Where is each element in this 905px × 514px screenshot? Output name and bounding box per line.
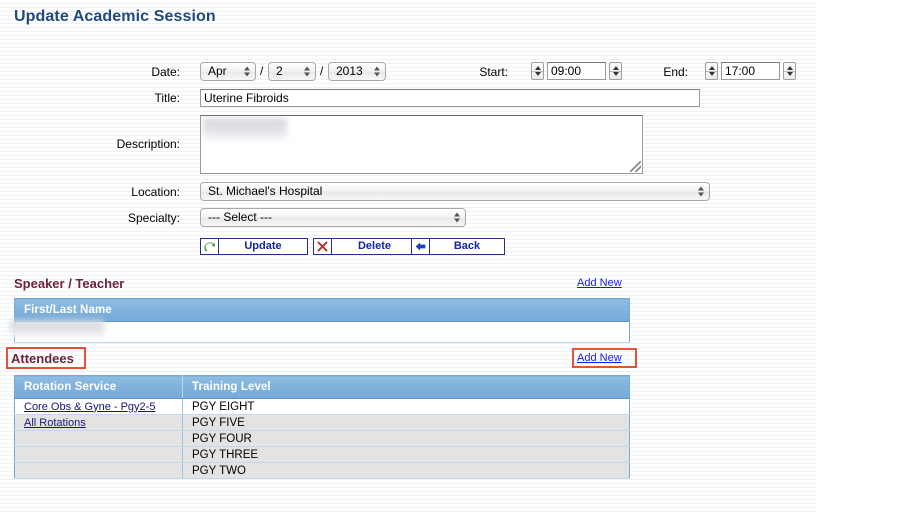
refresh-icon — [201, 239, 219, 254]
rotation-service-link[interactable]: All Rotations — [24, 417, 86, 429]
start-spinner-left[interactable] — [531, 62, 544, 80]
update-academic-session-page: Update Academic Session Date: Apr / 2 / … — [0, 0, 905, 514]
location-label: Location: — [112, 185, 180, 199]
date-separator-1: / — [260, 64, 263, 78]
table-row[interactable]: All Rotations PGY FIVE — [15, 415, 630, 431]
training-level-cell: PGY EIGHT — [183, 399, 630, 415]
chevron-updown-icon — [698, 185, 705, 198]
rotation-service-link[interactable]: Core Obs & Gyne - Pgy2-5 — [24, 401, 155, 413]
chevron-updown-icon — [454, 211, 461, 224]
table-row[interactable]: Core Obs & Gyne - Pgy2-5 PGY EIGHT — [15, 399, 630, 415]
training-level-cell: PGY THREE — [183, 447, 630, 463]
title-label: Title: — [128, 91, 180, 105]
date-separator-2: / — [320, 64, 323, 78]
end-spinner-right[interactable] — [783, 62, 796, 80]
training-level-cell: PGY TWO — [183, 463, 630, 479]
description-redaction — [203, 118, 287, 140]
rotation-service-cell: Core Obs & Gyne - Pgy2-5 — [15, 399, 183, 415]
date-month-value: Apr — [208, 64, 227, 78]
start-label: Start: — [440, 65, 508, 79]
specialty-label: Specialty: — [112, 211, 180, 225]
description-textarea[interactable] — [200, 115, 643, 174]
column-header-first-last-name: First/Last Name — [15, 299, 630, 322]
speaker-section-heading: Speaker / Teacher — [14, 276, 124, 291]
date-day-select[interactable]: 2 — [268, 62, 316, 81]
resize-grip-icon[interactable] — [630, 161, 641, 172]
end-spinner-left[interactable] — [705, 62, 718, 80]
back-button[interactable]: Back — [411, 238, 505, 255]
date-day-value: 2 — [276, 64, 283, 78]
chevron-updown-icon — [304, 65, 311, 78]
table-row[interactable]: PGY FOUR — [15, 431, 630, 447]
table-header-row: Rotation Service Training Level — [15, 376, 630, 399]
start-time-input[interactable] — [547, 62, 606, 80]
attendees-add-new-link[interactable]: Add New — [577, 352, 622, 364]
back-button-label: Back — [454, 240, 480, 252]
page-title: Update Academic Session — [14, 8, 216, 26]
end-time-input[interactable] — [721, 62, 780, 80]
end-label: End: — [620, 65, 688, 79]
column-header-training-level: Training Level — [183, 376, 630, 399]
speaker-name-redaction — [10, 320, 104, 337]
speaker-name-cell — [15, 322, 630, 343]
date-month-select[interactable]: Apr — [200, 62, 256, 81]
location-value: St. Michael's Hospital — [208, 184, 322, 198]
chevron-updown-icon — [374, 65, 381, 78]
table-row[interactable]: PGY THREE — [15, 447, 630, 463]
date-year-value: 2013 — [336, 64, 363, 78]
rotation-service-cell — [15, 463, 183, 479]
delete-button-label: Delete — [358, 240, 391, 252]
update-button-label: Update — [244, 240, 281, 252]
rotation-service-cell: All Rotations — [15, 415, 183, 431]
attendees-section-heading: Attendees — [11, 351, 74, 366]
training-level-cell: PGY FOUR — [183, 431, 630, 447]
date-label: Date: — [128, 65, 180, 79]
rotation-service-cell — [15, 447, 183, 463]
delete-button[interactable]: Delete — [313, 238, 418, 255]
table-row[interactable] — [15, 322, 630, 343]
arrow-left-icon — [412, 239, 430, 254]
description-label: Description: — [100, 137, 180, 151]
title-input[interactable] — [200, 89, 700, 107]
table-header-row: First/Last Name — [15, 299, 630, 322]
date-year-select[interactable]: 2013 — [328, 62, 386, 81]
update-button[interactable]: Update — [200, 238, 308, 255]
rotation-service-cell — [15, 431, 183, 447]
training-level-cell: PGY FIVE — [183, 415, 630, 431]
specialty-value: --- Select --- — [208, 210, 272, 224]
chevron-updown-icon — [244, 65, 251, 78]
column-header-rotation-service: Rotation Service — [15, 376, 183, 399]
attendees-table: Rotation Service Training Level Core Obs… — [14, 375, 630, 479]
table-row[interactable]: PGY TWO — [15, 463, 630, 479]
location-select[interactable]: St. Michael's Hospital — [200, 182, 710, 201]
speaker-add-new-link[interactable]: Add New — [577, 277, 622, 289]
speaker-table: First/Last Name — [14, 298, 630, 343]
specialty-select[interactable]: --- Select --- — [200, 208, 466, 227]
x-icon — [314, 239, 332, 254]
